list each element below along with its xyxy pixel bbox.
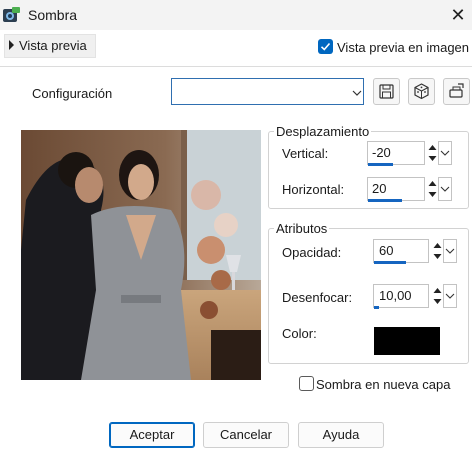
blur-field[interactable]: 10,00: [373, 284, 429, 308]
vertical-dropdown-button[interactable]: [438, 141, 452, 165]
random-preset-button[interactable]: [408, 78, 435, 105]
horizontal-field[interactable]: 20: [367, 177, 425, 201]
help-button[interactable]: Ayuda: [298, 422, 384, 448]
config-label: Configuración: [32, 86, 113, 101]
divider: [0, 66, 472, 67]
chevron-down-icon: [440, 150, 450, 156]
opacity-slider-fill[interactable]: [374, 261, 406, 264]
opacity-field[interactable]: 60: [373, 239, 429, 263]
blur-dropdown-button[interactable]: [443, 284, 457, 308]
dice-icon: [414, 83, 429, 100]
save-preset-button[interactable]: [373, 78, 400, 105]
blur-spinner[interactable]: [432, 284, 443, 308]
color-swatch[interactable]: [374, 327, 440, 355]
blur-slider-fill[interactable]: [374, 306, 379, 309]
chevron-down-icon: [445, 248, 455, 254]
expand-arrow-icon: [9, 40, 14, 50]
horizontal-spinner[interactable]: [427, 177, 438, 201]
save-icon: [379, 84, 394, 99]
horizontal-slider-fill[interactable]: [368, 199, 402, 202]
image-preview-checkbox[interactable]: [318, 39, 333, 54]
image-preview-label: Vista previa en imagen: [337, 40, 470, 55]
shadow-new-layer-checkbox[interactable]: [299, 376, 314, 391]
vertical-value: -20: [372, 145, 391, 160]
window-title: Sombra: [28, 7, 78, 23]
checkmark-icon: [320, 42, 331, 51]
blur-label: Desenfocar:: [282, 290, 353, 305]
vertical-slider-fill[interactable]: [368, 163, 393, 166]
blur-value: 10,00: [379, 288, 412, 303]
shadow-new-layer-label: Sombra en nueva capa: [316, 377, 451, 392]
config-dropdown[interactable]: [171, 78, 364, 105]
preview-image: [21, 130, 261, 380]
preview-toggle-label: Vista previa: [19, 38, 87, 53]
cancel-button[interactable]: Cancelar: [203, 422, 289, 448]
vertical-spinner[interactable]: [427, 141, 438, 165]
opacity-dropdown-button[interactable]: [443, 239, 457, 263]
horizontal-label: Horizontal:: [282, 182, 345, 197]
chevron-down-icon: [352, 86, 362, 96]
opacity-label: Opacidad:: [282, 245, 342, 260]
reset-icon: [449, 83, 464, 98]
vertical-field[interactable]: -20: [367, 141, 425, 165]
chevron-down-icon: [440, 186, 450, 192]
ok-button[interactable]: Aceptar: [109, 422, 195, 448]
horizontal-dropdown-button[interactable]: [438, 177, 452, 201]
reset-preset-button[interactable]: [443, 78, 470, 105]
chevron-down-icon: [445, 293, 455, 299]
color-label: Color:: [282, 326, 317, 341]
horizontal-value: 20: [372, 181, 387, 196]
opacity-spinner[interactable]: [432, 239, 443, 263]
close-icon[interactable]: ✕: [448, 5, 468, 25]
app-icon: [3, 7, 20, 24]
offset-group-title: Desplazamiento: [274, 124, 372, 139]
attributes-group-title: Atributos: [274, 221, 330, 236]
opacity-value: 60: [379, 243, 394, 258]
vertical-label: Vertical:: [282, 146, 329, 161]
